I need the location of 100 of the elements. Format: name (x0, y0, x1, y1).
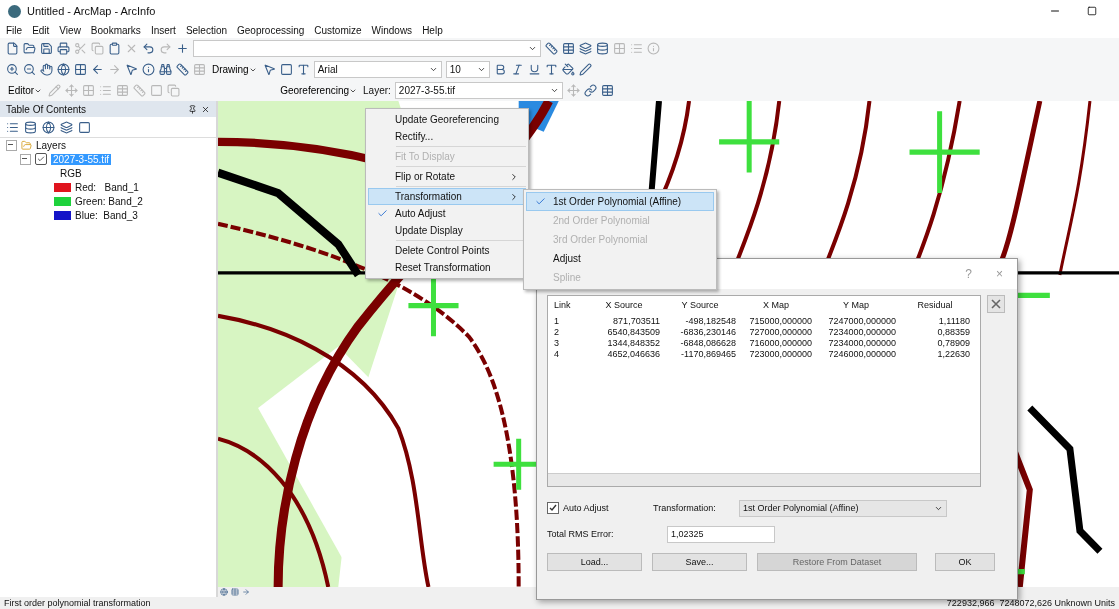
menu-bar-item[interactable]: Insert (150, 24, 176, 36)
scale-field[interactable] (193, 40, 541, 57)
layers-icon[interactable] (60, 120, 73, 134)
globe-icon[interactable] (42, 120, 55, 134)
window-title: Untitled - ArcMap - ArcInfo (27, 5, 157, 17)
tree-item[interactable]: Layers (36, 139, 66, 151)
menu-item[interactable]: Delete Control Points (368, 242, 526, 259)
menu-bar-item[interactable]: Selection (185, 24, 228, 36)
editor-menu[interactable]: Editor (6, 85, 45, 96)
binoculars-icon[interactable] (159, 63, 172, 76)
georeferencing-menu[interactable]: Georeferencing (278, 85, 360, 96)
ruler-icon[interactable] (545, 42, 558, 55)
table-icon[interactable] (562, 42, 575, 55)
column-header[interactable]: Residual (900, 300, 970, 310)
delete-link-button[interactable] (987, 295, 1005, 313)
folder-icon[interactable] (23, 42, 36, 55)
rectangle-icon[interactable] (279, 63, 293, 76)
menu-item[interactable]: Rectify... (368, 128, 526, 145)
table-cell-text: 0,78909 (936, 338, 970, 348)
database-icon[interactable] (596, 42, 609, 55)
auto-adjust-checkbox[interactable] (547, 502, 559, 514)
x-icon (990, 298, 1002, 310)
transformation-select[interactable]: 1st Order Polynomial (Affine) (739, 499, 947, 517)
renderer-label: RGB (60, 167, 82, 179)
column-header[interactable]: Y Source (664, 300, 736, 310)
pointer-icon[interactable] (262, 63, 276, 76)
options-icon[interactable] (78, 120, 91, 134)
check-icon (534, 196, 546, 207)
drawing-menu[interactable]: Drawing (210, 64, 259, 75)
link-table-icon[interactable] (600, 84, 614, 97)
folder-icon (21, 139, 32, 151)
italic-icon[interactable] (510, 63, 524, 76)
ruler-icon[interactable] (176, 63, 189, 76)
column-header[interactable]: Link (554, 300, 584, 310)
back-arrow-icon[interactable] (91, 63, 104, 76)
dialog-button[interactable]: OK (935, 553, 995, 571)
menu-item[interactable]: Flip or Rotate (368, 168, 526, 185)
grid-icon[interactable] (74, 63, 87, 76)
table-cell-text: 0,88359 (936, 327, 970, 337)
add-link-icon[interactable] (583, 84, 597, 97)
column-header[interactable]: X Source (588, 300, 660, 310)
database-icon[interactable] (24, 120, 37, 134)
menu-bar-item[interactable]: Bookmarks (90, 24, 141, 36)
panel-title: Table Of Contents (6, 103, 87, 115)
table-cell-text: 1,22630 (936, 349, 970, 359)
table-cell-text: 1,11180 (937, 316, 970, 326)
menu-item[interactable]: Reset Transformation (368, 259, 526, 276)
globe-icon[interactable] (57, 63, 70, 76)
list-icon[interactable] (6, 120, 19, 134)
font-field[interactable]: Arial (313, 61, 442, 78)
check-icon (376, 208, 388, 219)
hand-icon[interactable] (40, 63, 53, 76)
menu-bar-item[interactable]: Help (422, 24, 443, 36)
menu-item[interactable]: Adjust (526, 249, 714, 268)
menu-item[interactable]: Auto Adjust (368, 205, 526, 222)
menu-bar-item[interactable]: Edit (32, 24, 50, 36)
clipboard-icon[interactable] (108, 42, 121, 55)
menu-bar-item[interactable]: View (59, 24, 81, 36)
undo-icon[interactable] (142, 42, 155, 55)
column-header[interactable]: Y Map (816, 300, 896, 310)
underline-icon[interactable] (527, 63, 541, 76)
pointer-icon[interactable] (125, 63, 138, 76)
collapse-icon[interactable] (20, 153, 31, 165)
table-cell-text: 871,703511 (612, 316, 660, 326)
font-size-field[interactable]: 10 (445, 61, 490, 78)
menu-item[interactable]: Transformation (368, 188, 526, 205)
column-header[interactable]: X Map (740, 300, 812, 310)
fill-color-icon[interactable] (561, 63, 575, 76)
printer-icon[interactable] (57, 42, 70, 55)
zoom-in-icon[interactable] (6, 63, 19, 76)
layer-checkbox[interactable] (35, 153, 47, 165)
line-color-icon[interactable] (578, 63, 592, 76)
menu-item[interactable]: 1st Order Polynomial (Affine) (526, 192, 714, 211)
restore-icon[interactable] (1087, 6, 1097, 16)
pin-icon[interactable] (188, 104, 197, 114)
zoom-out-icon[interactable] (23, 63, 36, 76)
layer-field[interactable]: 2027-3-55.tif (394, 82, 563, 99)
data-view-icon[interactable] (220, 588, 228, 596)
info-icon[interactable] (142, 63, 155, 76)
table-cell-text: 4652,046636 (606, 349, 660, 359)
menu-bar-item[interactable]: File (6, 24, 23, 36)
menu-item[interactable]: Update Display (368, 222, 526, 239)
font-color-icon[interactable] (544, 63, 558, 76)
text-icon[interactable] (296, 63, 310, 76)
dialog-button[interactable]: Save... (652, 553, 747, 571)
transformation-label: Transformation: (653, 503, 717, 513)
menu-bar-item[interactable]: Geoprocessing (237, 24, 305, 36)
menu-bar-item[interactable]: Customize (314, 24, 362, 36)
table-cell-text: 4 (554, 349, 560, 359)
new-file-icon[interactable] (6, 42, 19, 55)
collapse-icon[interactable] (6, 139, 17, 151)
horizontal-scrollbar[interactable] (548, 473, 980, 486)
menu-item[interactable]: Update Georeferencing (368, 111, 526, 128)
layers-icon[interactable] (579, 42, 592, 55)
dialog-button[interactable]: Load... (547, 553, 642, 571)
table-cell-text: 3 (554, 338, 560, 348)
save-icon[interactable] (40, 42, 53, 55)
close-icon[interactable] (201, 104, 210, 114)
plus-icon[interactable] (176, 42, 189, 55)
menu-bar-item[interactable]: Windows (371, 24, 413, 36)
